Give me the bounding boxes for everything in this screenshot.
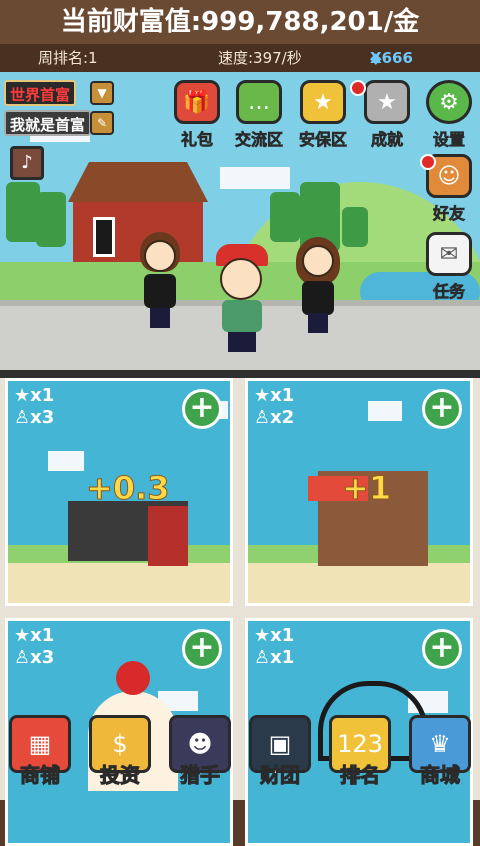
chevron-down-icon[interactable]: ▼: [90, 81, 114, 105]
upgrade-plus-button[interactable]: +: [422, 389, 462, 429]
star-count: x1: [270, 385, 295, 406]
gift-icon: 🎁: [174, 80, 220, 124]
nav-mall[interactable]: ♛ 商城: [400, 715, 480, 800]
envelope-icon: ✉: [426, 232, 472, 276]
nav-ranking-label: 排名: [340, 763, 381, 788]
notification-dot: [420, 154, 436, 170]
cloud: [220, 167, 290, 189]
nav-mall-label: 商城: [420, 763, 461, 788]
security-label: 安保区: [298, 130, 348, 150]
waitress-character[interactable]: [296, 237, 340, 337]
staff-count: x3: [30, 647, 55, 668]
tree: [36, 192, 66, 247]
medal-icon: ★: [364, 80, 410, 124]
star-count: x1: [30, 385, 55, 406]
staff-count: x2: [270, 407, 295, 428]
gift-button[interactable]: 🎁 礼包: [166, 80, 228, 150]
star-icon: ★: [14, 385, 31, 406]
tree: [342, 207, 368, 247]
edit-pencil-icon[interactable]: ✎: [90, 111, 114, 135]
person-icon: ♙: [254, 407, 271, 428]
player-name-tag: 我就是首富: [4, 110, 92, 136]
nav-invest[interactable]: $ 投资: [80, 715, 160, 800]
gear-icon: ⚙: [426, 80, 472, 124]
income-gain: +1: [341, 469, 392, 508]
gift-label: 礼包: [180, 130, 214, 150]
nav-consortium-label: 财团: [260, 763, 301, 788]
nav-hunter-label: 猎手: [180, 763, 221, 788]
rank-title-tag: 世界首富: [4, 80, 77, 106]
player-character[interactable]: [212, 244, 272, 354]
cherry: [116, 661, 150, 695]
security-button[interactable]: ★ 安保区: [292, 80, 354, 150]
town-scene: 世界首富 ▼ 我就是首富 ✎ ♪ 🎁 礼包 … 交流区 ★ 安保区 ★ 成就 ⚙…: [0, 72, 480, 370]
income-gain: +0.3: [86, 469, 170, 508]
nav-invest-label: 投资: [100, 763, 141, 788]
achievement-label: 成就: [370, 130, 404, 150]
upgrade-plus-button[interactable]: +: [182, 629, 222, 669]
bottom-nav: ▦ 商铺 $ 投资 ☻ 猎手 ▣ 财团 123 排名 ♛ 商城: [0, 715, 480, 800]
notification-dot: [350, 80, 366, 96]
rank-title-label: 世界首富: [10, 86, 71, 104]
staff-stat: ♙x1: [254, 647, 294, 668]
star-stat: ★x1: [254, 385, 294, 406]
wealth-header: 当前财富值:999,788,201/金: [0, 0, 480, 44]
mute-icon[interactable]: ♪: [10, 146, 44, 180]
player-name-label: 我就是首富: [10, 116, 86, 134]
person-icon: ♙: [14, 647, 31, 668]
person-icon: ♙: [14, 407, 31, 428]
upgrade-plus-button[interactable]: +: [182, 389, 222, 429]
chat-label: 交流区: [234, 130, 284, 150]
nav-ranking[interactable]: 123 排名: [320, 715, 400, 800]
tree: [6, 182, 40, 242]
shield-icon: ★: [300, 80, 346, 124]
star-count: x1: [270, 625, 295, 646]
divider: [0, 370, 480, 378]
staff-stat: ♙x3: [14, 407, 54, 428]
stats-bar: 周排名:1 速度:397/秒 ◆ X666: [0, 44, 480, 72]
staff-count: x3: [30, 407, 55, 428]
star-stat: ★x1: [254, 625, 294, 646]
star-icon: ★: [254, 625, 271, 646]
person-icon: ♙: [254, 647, 271, 668]
settings-label: 设置: [432, 130, 466, 150]
tasks-button[interactable]: ✉ 任务: [418, 232, 480, 302]
upgrade-plus-button[interactable]: +: [422, 629, 462, 669]
chat-button[interactable]: … 交流区: [228, 80, 290, 150]
star-stat: ★x1: [14, 625, 54, 646]
nav-hunter[interactable]: ☻ 猎手: [160, 715, 240, 800]
star-icon: ★: [254, 385, 271, 406]
friends-label: 好友: [432, 204, 466, 224]
shop-card-grill[interactable]: ★x1 ♙x3 + +0.3: [5, 378, 233, 606]
chat-icon: …: [236, 80, 282, 124]
speed: 速度:397/秒: [218, 49, 302, 67]
waiter-character[interactable]: [138, 232, 182, 332]
staff-count: x1: [270, 647, 295, 668]
shop-card-milktea[interactable]: ★x1 ♙x2 + +1: [245, 378, 473, 606]
nav-shops[interactable]: ▦ 商铺: [0, 715, 80, 800]
tree: [270, 192, 300, 242]
settings-button[interactable]: ⚙ 设置: [418, 80, 480, 150]
staff-stat: ♙x3: [14, 647, 54, 668]
star-stat: ★x1: [14, 385, 54, 406]
tasks-label: 任务: [432, 282, 466, 302]
weekly-rank: 周排名:1: [38, 49, 98, 67]
star-count: x1: [30, 625, 55, 646]
mailbox: [148, 506, 188, 566]
nav-shops-label: 商铺: [20, 763, 61, 788]
nav-consortium[interactable]: ▣ 财团: [240, 715, 320, 800]
wealth-label: 当前财富值:999,788,201/金: [60, 7, 420, 37]
diamond-value: X666: [370, 49, 413, 67]
staff-stat: ♙x2: [254, 407, 294, 428]
star-icon: ★: [14, 625, 31, 646]
